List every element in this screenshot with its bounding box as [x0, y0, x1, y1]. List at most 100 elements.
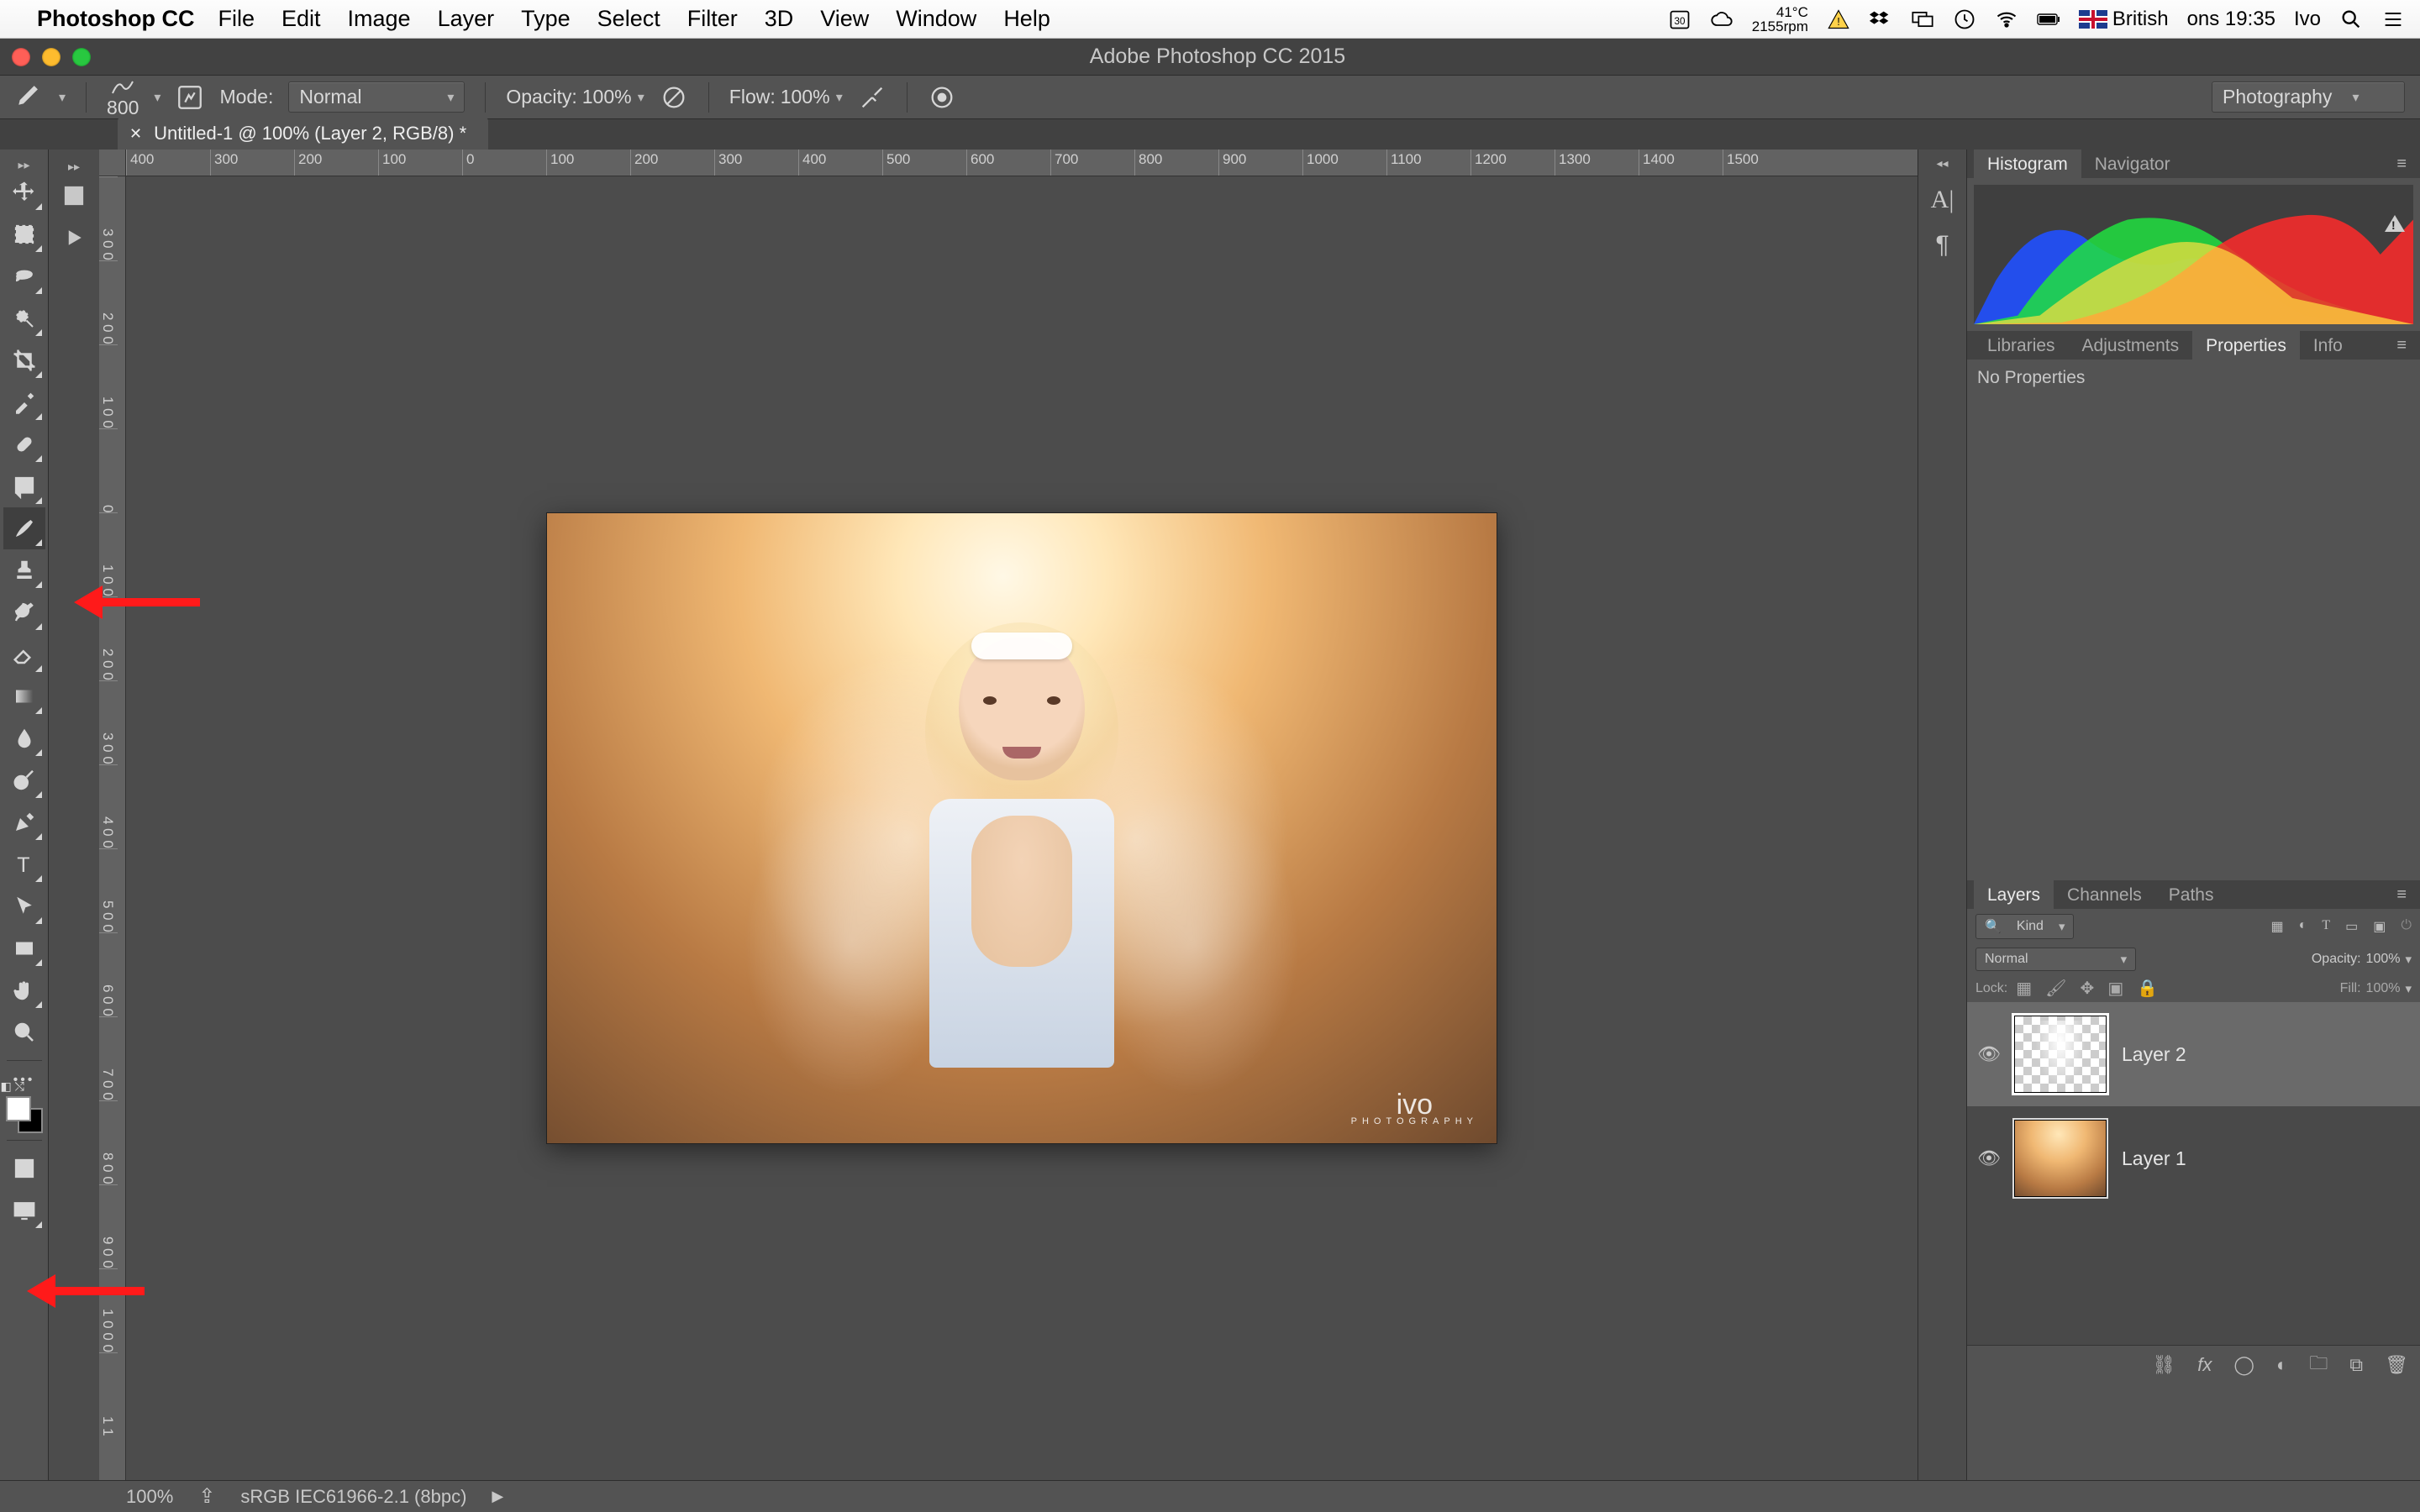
- expand-right-mini[interactable]: ◂◂: [1918, 156, 1966, 173]
- layer-blend-mode[interactable]: Normal▾: [1975, 948, 2136, 971]
- workspace-switcher[interactable]: Photography▾: [2212, 81, 2405, 113]
- histogram-panel-menu[interactable]: ≡: [2391, 155, 2413, 174]
- tab-channels[interactable]: Channels: [2054, 880, 2155, 909]
- fill-value[interactable]: 100%: [2366, 981, 2401, 996]
- histogram-cache-warning-icon[interactable]: [2385, 215, 2405, 232]
- menu-image[interactable]: Image: [348, 6, 411, 32]
- layer-thumbnail[interactable]: [2014, 1016, 2107, 1093]
- new-group-icon[interactable]: 🗀: [2309, 1349, 2328, 1381]
- status-keyboard[interactable]: British: [2079, 8, 2169, 31]
- ruler-vertical[interactable]: 3 0 02 0 01 0 001 0 02 0 03 0 04 0 05 0 …: [99, 176, 126, 1480]
- healing-tool[interactable]: [3, 423, 45, 465]
- visibility-toggle[interactable]: 👁: [1977, 1147, 1999, 1169]
- quick-mask-toggle[interactable]: [3, 1147, 45, 1189]
- close-tab-icon[interactable]: ✕: [129, 125, 142, 143]
- document-canvas[interactable]: ivo PHOTOGRAPHY: [547, 513, 1497, 1143]
- color-profile[interactable]: sRGB IEC61966-2.1 (8bpc): [240, 1486, 466, 1508]
- add-mask-icon[interactable]: ◯: [2233, 1354, 2254, 1376]
- document-stage[interactable]: ivo PHOTOGRAPHY: [126, 176, 1918, 1480]
- expand-left-panels[interactable]: ▸▸: [49, 158, 99, 175]
- shape-tool[interactable]: [3, 927, 45, 969]
- status-alert[interactable]: !: [1827, 8, 1850, 31]
- tool-preset-dropdown[interactable]: ▾: [59, 89, 66, 106]
- marquee-tool[interactable]: [3, 213, 45, 255]
- layer-thumbnail[interactable]: [2014, 1120, 2107, 1197]
- lock-all-icon[interactable]: 🔒: [2137, 978, 2158, 999]
- play-panel-icon[interactable]: [53, 217, 95, 259]
- filter-type-icon[interactable]: T: [2322, 918, 2330, 935]
- zoom-tool[interactable]: [3, 1011, 45, 1053]
- quick-select-tool[interactable]: [3, 297, 45, 339]
- screen-mode-toggle[interactable]: [3, 1189, 45, 1231]
- character-panel-icon[interactable]: A|: [1924, 181, 1961, 218]
- layer-fx-icon[interactable]: fx: [2197, 1354, 2212, 1376]
- menu-view[interactable]: View: [820, 6, 869, 32]
- status-cloud[interactable]: [1710, 8, 1733, 31]
- tab-properties[interactable]: Properties: [2192, 331, 2300, 360]
- type-tool[interactable]: T: [3, 843, 45, 885]
- filter-pixel-icon[interactable]: ▦: [2271, 918, 2284, 935]
- menu-file[interactable]: File: [218, 6, 255, 32]
- menu-window[interactable]: Window: [896, 6, 976, 32]
- layer-filter-kind[interactable]: 🔍Kind▾: [1975, 914, 2074, 939]
- pressure-opacity-toggle[interactable]: [660, 83, 688, 112]
- paragraph-panel-icon[interactable]: ¶: [1924, 227, 1961, 264]
- visibility-toggle[interactable]: 👁: [1977, 1043, 1999, 1065]
- menu-select[interactable]: Select: [597, 6, 660, 32]
- brush-panel-toggle[interactable]: [176, 83, 204, 112]
- lasso-tool[interactable]: [3, 255, 45, 297]
- pressure-size-toggle[interactable]: [928, 83, 956, 112]
- fill-caret[interactable]: ▾: [2405, 981, 2412, 996]
- status-battery[interactable]: [2037, 8, 2060, 31]
- blend-mode-dropdown[interactable]: Normal▾: [288, 81, 465, 113]
- status-displays[interactable]: [1911, 8, 1934, 31]
- opacity-field[interactable]: Opacity: 100% ▾: [506, 86, 644, 108]
- color-swatches[interactable]: ◧ ⤭: [6, 1096, 43, 1133]
- menu-filter[interactable]: Filter: [687, 6, 738, 32]
- gradient-tool[interactable]: [3, 675, 45, 717]
- path-select-tool[interactable]: [3, 885, 45, 927]
- actions-panel-icon[interactable]: [53, 175, 95, 217]
- zoom-window[interactable]: [72, 48, 91, 66]
- tab-paths[interactable]: Paths: [2155, 880, 2228, 909]
- menu-3d[interactable]: 3D: [765, 6, 794, 32]
- airbrush-toggle[interactable]: [858, 83, 886, 112]
- blur-tool[interactable]: [3, 717, 45, 759]
- note-tool[interactable]: [3, 465, 45, 507]
- filter-smart-icon[interactable]: ▣: [2373, 918, 2386, 935]
- tab-adjustments[interactable]: Adjustments: [2069, 331, 2193, 360]
- tab-libraries[interactable]: Libraries: [1974, 331, 2069, 360]
- lock-artboard-icon[interactable]: ▣: [2107, 978, 2123, 999]
- new-layer-icon[interactable]: ⧉: [2349, 1354, 2363, 1376]
- menu-type[interactable]: Type: [521, 6, 571, 32]
- close-window[interactable]: [12, 48, 30, 66]
- lock-pixels-icon[interactable]: 🖌: [2045, 978, 2066, 999]
- brush-preset-picker[interactable]: 800: [107, 76, 139, 118]
- filter-shape-icon[interactable]: ▭: [2345, 918, 2358, 935]
- layer-opacity-caret[interactable]: ▾: [2405, 952, 2412, 967]
- share-icon[interactable]: ⇪: [198, 1484, 215, 1509]
- foreground-color[interactable]: [6, 1096, 31, 1121]
- menu-help[interactable]: Help: [1003, 6, 1050, 32]
- app-name[interactable]: Photoshop CC: [37, 6, 194, 32]
- history-brush-tool[interactable]: [3, 591, 45, 633]
- eraser-tool[interactable]: [3, 633, 45, 675]
- menu-layer[interactable]: Layer: [438, 6, 495, 32]
- ruler-origin[interactable]: [99, 150, 126, 176]
- zoom-display[interactable]: 100%: [126, 1486, 173, 1508]
- dodge-tool[interactable]: [3, 759, 45, 801]
- filter-toggle-icon[interactable]: ⏻: [2401, 918, 2412, 935]
- layer-name[interactable]: Layer 1: [2122, 1147, 2186, 1170]
- status-wifi[interactable]: [1995, 8, 2018, 31]
- ruler-horizontal[interactable]: 4003002001000100200300400500600700800900…: [126, 150, 1918, 176]
- properties-panel-menu[interactable]: ≡: [2391, 336, 2413, 355]
- brush-tool[interactable]: [3, 507, 45, 549]
- layer-row-layer2[interactable]: 👁 Layer 2: [1967, 1002, 2420, 1106]
- layers-panel-menu[interactable]: ≡: [2391, 885, 2413, 905]
- tab-histogram[interactable]: Histogram: [1974, 150, 2081, 178]
- status-dropbox[interactable]: [1869, 8, 1892, 31]
- status-user[interactable]: Ivo: [2294, 8, 2321, 31]
- crop-tool[interactable]: [3, 339, 45, 381]
- pen-tool[interactable]: [3, 801, 45, 843]
- status-notifications[interactable]: [2381, 8, 2405, 31]
